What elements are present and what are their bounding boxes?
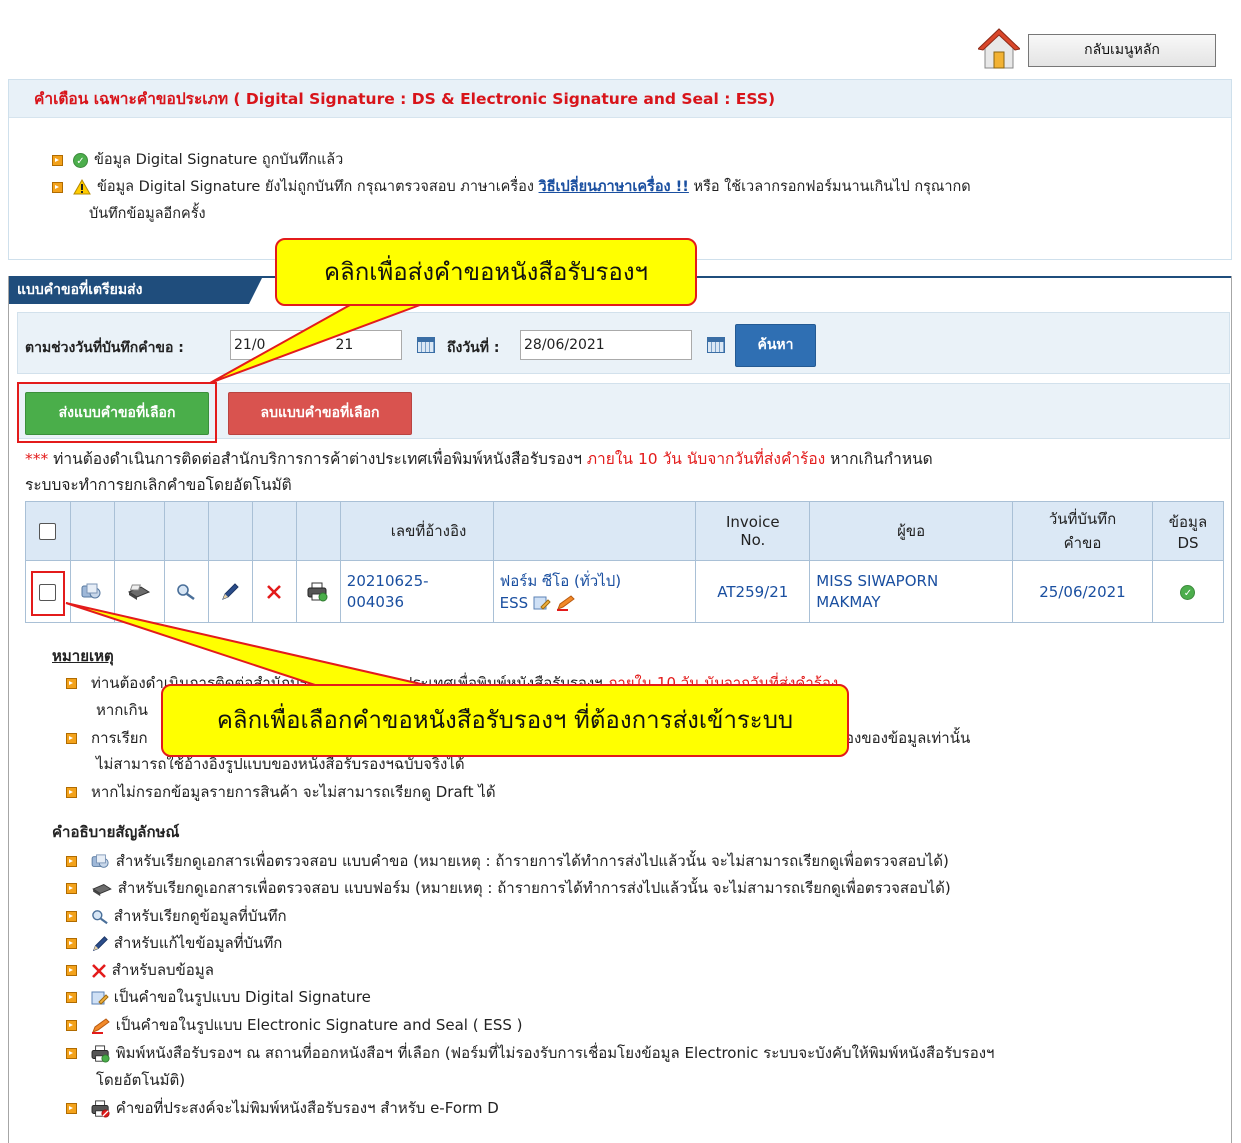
remark-item: หากไม่กรอกข้อมูลรายการสินค้า จะไม่สามารถ… [66,780,496,804]
highlight-box [17,382,217,443]
calendar-icon[interactable] [707,337,725,353]
deadline-notice: *** ท่านต้องดำเนินการติดต่อสำนักบริการกา… [25,450,933,494]
delete-x-icon[interactable] [266,584,282,600]
legend-item: พิมพ์หนังสือรับรองฯ ณ สถานที่ออกหนังสือฯ… [66,1041,994,1065]
delete-selected-button[interactable]: ลบแบบคำขอที่เลือก [228,392,412,435]
legend-item: สำหรับลบข้อมูล [66,958,214,982]
to-date-label: ถึงวันที่ : [447,340,500,356]
warning-triangle-icon [73,179,91,195]
form-cell: ฟอร์ม ซีโอ (ทั่วไป) ESS [492,560,697,623]
pencil-icon[interactable] [220,582,240,602]
date-cell: 25/06/2021 [1012,560,1153,623]
from-date-label: ตามช่วงวันที่บันทึกคำขอ : [25,340,184,356]
ess-seal-icon [556,595,575,611]
print-certificate-icon[interactable] [307,582,329,602]
legend-item: เป็นคำขอในรูปแบบ Digital Signature [66,985,371,1009]
remarks-title: หมายเหตุ [52,647,114,665]
no-print-icon [91,1099,110,1118]
ref-header: เลขที่อ้างอิง [339,501,494,561]
ds-status-cell: ✓ [1151,560,1225,623]
legend-item: สำหรับเรียกดูข้อมูลที่บันทึก [66,904,287,928]
legend-item: สำหรับแก้ไขข้อมูลที่บันทึก [66,931,282,955]
pencil-icon [92,935,108,951]
ess-seal-icon [92,1017,110,1034]
callout-send-request: คลิกเพื่อส่งคำขอหนังสือรับรองฯ [275,238,697,306]
delete-x-icon [92,963,106,978]
invoice-header: Invoice No. [695,501,811,561]
requester-header: ผู้ขอ [809,501,1014,561]
warning-line-not-saved: ข้อมูล Digital Signature ยังไม่ถูกบันทึก… [52,175,971,198]
view-form-doc-icon[interactable] [127,583,151,601]
remark-item-tail: องของข้อมูลเท่านั้น [845,729,971,747]
view-request-doc-icon [91,853,109,868]
table-row: 20210625- 004036 ฟอร์ม ซีโอ (ทั่วไป) ESS … [25,560,1225,623]
bullet-icon [52,154,63,166]
tab-pending-requests[interactable]: แบบคำขอที่เตรียมส่ง [9,276,263,304]
magnifier-icon[interactable] [176,583,196,601]
check-circle-icon: ✓ [73,152,88,168]
search-button[interactable]: ค้นหา [735,324,816,367]
change-language-link[interactable]: วิธีเปลี่ยนภาษาเครื่อง !! [539,179,689,195]
digital-signature-icon [533,596,551,610]
legend-item: เป็นคำขอในรูปแบบ Electronic Signature an… [66,1013,523,1037]
calendar-icon[interactable] [417,337,435,353]
remark-item: การเรียก [66,726,148,750]
bullet-icon [52,181,63,193]
form-header [492,501,697,561]
table-header-row: เลขที่อ้างอิง Invoice No. ผู้ขอ วันที่บัน… [25,501,1225,561]
warning-title: คำเตือน เฉพาะคำขอประเภท ( Digital Signat… [9,80,1231,118]
legend-item: สำหรับเรียกดูเอกสารเพื่อตรวจสอบ แบบคำขอ … [66,849,949,873]
back-to-main-menu-button[interactable]: กลับเมนูหลัก [1028,34,1216,67]
ds-header: ข้อมูล DS [1151,501,1225,561]
callout-select-request: คลิกเพื่อเลือกคำขอหนังสือรับรองฯ ที่ต้อง… [161,684,849,757]
highlight-box [31,571,65,616]
select-all-cell [25,501,71,561]
warning-line-saved: ✓ ข้อมูล Digital Signature ถูกบันทึกแล้ว [52,148,343,171]
from-date-input[interactable]: 21/0 21 [230,330,402,360]
legend-title: คำอธิบายสัญลักษณ์ [52,823,180,841]
home-icon[interactable] [978,26,1020,70]
legend-item-continued: โดยอัตโนมัติ) [96,1071,186,1089]
check-circle-icon: ✓ [1180,584,1196,600]
view-form-doc-icon [92,883,112,896]
legend-item: สำหรับเรียกดูเอกสารเพื่อตรวจสอบ แบบฟอร์ม… [66,876,951,900]
date-header: วันที่บันทึก คำขอ [1012,501,1153,561]
legend-item: คำขอที่ประสงค์จะไม่พิมพ์หนังสือรับรองฯ ส… [66,1096,499,1120]
print-certificate-icon [91,1044,110,1063]
remark-item-continued: หากเกิน [96,701,148,719]
digital-signature-icon [91,991,109,1005]
requester-cell: MISS SIWAPORN MAKMAY [809,560,1014,623]
to-date-input[interactable]: 28/06/2021 [520,330,692,360]
ref-cell[interactable]: 20210625- 004036 [339,560,494,623]
invoice-cell: AT259/21 [695,560,811,623]
view-request-doc-icon[interactable] [81,583,103,601]
select-all-checkbox[interactable] [39,523,57,540]
warning-line-continued: บันทึกข้อมูลอีกครั้ง [89,206,206,222]
requests-table: เลขที่อ้างอิง Invoice No. ผู้ขอ วันที่บัน… [25,501,1225,623]
magnifier-icon [92,909,108,924]
